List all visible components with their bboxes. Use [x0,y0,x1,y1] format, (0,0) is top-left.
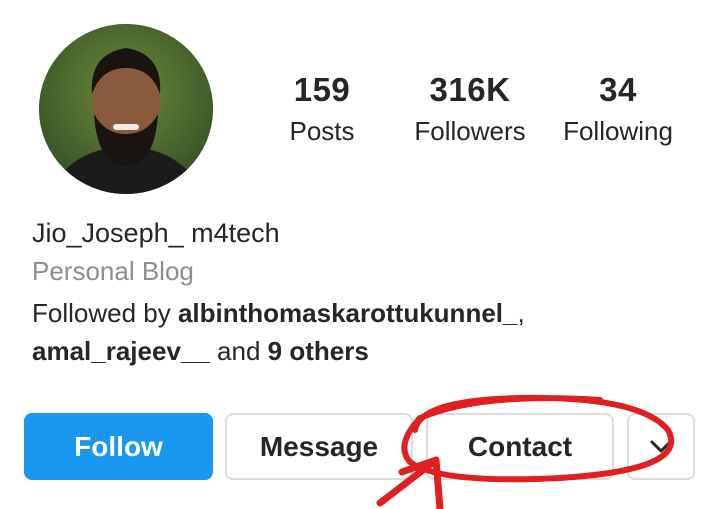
posts-count: 159 [293,71,351,108]
stat-followers[interactable]: 316K Followers [402,70,538,152]
followed-by-sep: , [517,298,525,328]
followed-by-and: and [209,336,268,366]
following-count: 34 [599,71,637,108]
followers-count: 316K [429,71,511,108]
profile-category: Personal Blog [32,256,194,286]
followed-by-prefix: Followed by [32,298,178,328]
contact-button[interactable]: Contact [426,413,614,480]
chevron-down-icon [650,440,672,452]
followed-by-text[interactable]: Followed by albinthomaskarottukunnel_, am… [32,294,712,370]
following-label: Following [563,116,673,146]
followed-by-user2[interactable]: amal_rajeev__ [32,336,210,366]
stat-posts[interactable]: 159 Posts [272,70,372,152]
follow-button[interactable]: Follow [24,413,213,480]
followers-label: Followers [414,116,526,146]
profile-username: Jio_Joseph_ m4tech [32,218,280,248]
profile-avatar[interactable] [39,24,213,194]
more-options-button[interactable] [627,413,695,480]
posts-label: Posts [289,116,355,146]
message-button[interactable]: Message [225,413,413,480]
avatar-photo [39,24,213,194]
followed-by-user1[interactable]: albinthomaskarottukunnel_ [178,298,518,328]
stat-following[interactable]: 34 Following [552,70,684,152]
followed-by-others[interactable]: 9 others [268,336,369,366]
